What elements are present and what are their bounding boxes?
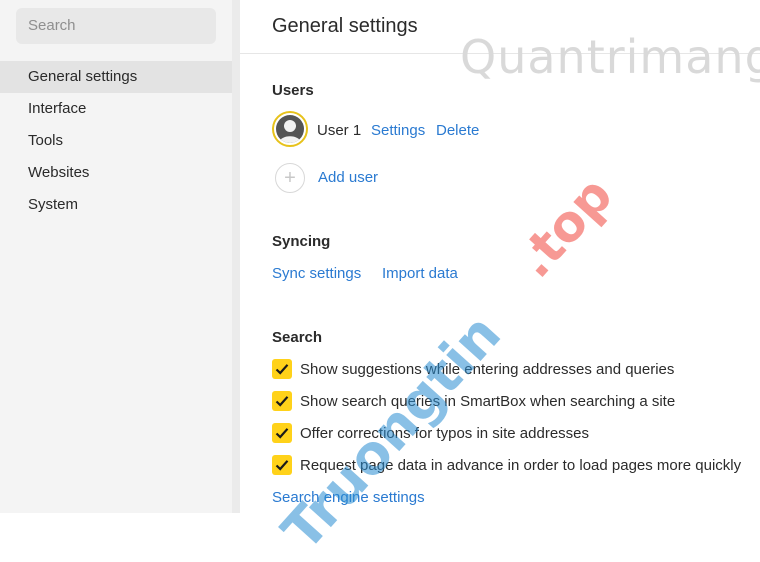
user-name: User 1 [317, 122, 362, 139]
sidebar-divider [232, 0, 240, 513]
search-input[interactable]: Search [16, 8, 216, 44]
checkmark-icon [275, 364, 289, 375]
search-engine-settings-link[interactable]: Search engine settings [272, 489, 425, 506]
checkbox[interactable] [272, 423, 292, 443]
checkmark-icon [275, 428, 289, 439]
checkbox-label: Request page data in advance in order to… [300, 456, 742, 474]
sidebar-nav: General settings Interface Tools Website… [0, 61, 232, 221]
search-option-smartbox[interactable]: Show search queries in SmartBox when sea… [272, 390, 675, 412]
import-data-link[interactable]: Import data [382, 265, 458, 282]
main-panel: General settings Users User 1 Settings D… [240, 0, 760, 513]
search-option-typo-corrections[interactable]: Offer corrections for typos in site addr… [272, 422, 589, 444]
user-avatar[interactable] [272, 111, 308, 147]
user-avatar-icon [276, 115, 304, 143]
checkbox[interactable] [272, 391, 292, 411]
search-option-preload-pages[interactable]: Request page data in advance in order to… [272, 454, 741, 476]
page-title: General settings [272, 15, 418, 37]
search-heading: Search [272, 329, 323, 346]
sidebar-item-system[interactable]: System [0, 189, 232, 221]
users-heading: Users [272, 82, 314, 99]
plus-icon[interactable]: + [275, 163, 305, 193]
sidebar-item-tools[interactable]: Tools [0, 125, 232, 157]
checkbox[interactable] [272, 359, 292, 379]
checkbox-label: Show search queries in SmartBox when sea… [300, 392, 676, 410]
checkmark-icon [275, 396, 289, 407]
title-divider [240, 53, 760, 54]
user-settings-link[interactable]: Settings [371, 122, 425, 139]
syncing-heading: Syncing [272, 233, 331, 250]
sidebar-item-interface[interactable]: Interface [0, 93, 232, 125]
add-user-link[interactable]: Add user [318, 169, 378, 186]
watermark-quantrimang: Quantrimang [460, 30, 760, 84]
sidebar: Search General settings Interface Tools … [0, 0, 232, 513]
user-delete-link[interactable]: Delete [436, 122, 479, 139]
checkmark-icon [275, 460, 289, 471]
search-option-suggestions[interactable]: Show suggestions while entering addresse… [272, 358, 674, 380]
sidebar-item-websites[interactable]: Websites [0, 157, 232, 189]
sidebar-item-general-settings[interactable]: General settings [0, 61, 232, 93]
checkbox-label: Offer corrections for typos in site addr… [300, 424, 590, 442]
checkbox[interactable] [272, 455, 292, 475]
sync-settings-link[interactable]: Sync settings [272, 265, 361, 282]
checkbox-label: Show suggestions while entering addresse… [300, 360, 675, 378]
